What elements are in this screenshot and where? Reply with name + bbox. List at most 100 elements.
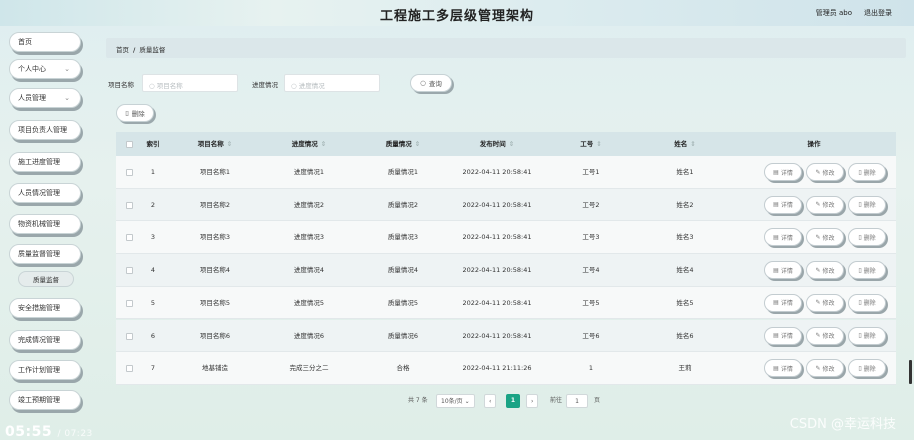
select-all-checkbox[interactable]: [126, 141, 133, 148]
detail-button[interactable]: ▤ 详情: [764, 261, 802, 280]
delete-button[interactable]: ▯ 删除: [848, 359, 886, 378]
edit-button-label: 修改: [822, 267, 835, 275]
table-cell: 质量情况4: [387, 266, 419, 275]
scrollbar-thumb[interactable]: [909, 360, 912, 384]
chevron-left-icon: ‹: [489, 398, 492, 405]
row-checkbox[interactable]: [126, 169, 133, 176]
table-cell: 项目名称6: [199, 331, 231, 340]
goto-input[interactable]: 1: [566, 394, 588, 408]
row-checkbox[interactable]: [126, 234, 133, 242]
detail-button[interactable]: ▤ 详情: [764, 163, 802, 181]
sort-icon: ⇕: [690, 140, 696, 148]
table-cell: 项目名称5: [199, 298, 231, 307]
header-label: 项目名称: [197, 140, 224, 148]
filter-bar: 项目名称 ○ 项目名称 进度情况 ○ 进度情况 ○ 查询: [108, 72, 708, 96]
sidebar-item-project-leader[interactable]: 项目负责人管理: [9, 120, 81, 140]
sidebar-item-safety[interactable]: 安全措施管理: [9, 298, 81, 318]
pagination: 共 7 条 10条/页 ⌄ ‹ 1 › 前往 1 页: [408, 394, 668, 410]
detail-button-label: 详情: [780, 267, 793, 275]
sidebar-item-materials[interactable]: 物资机械管理: [9, 214, 81, 234]
table-cell: 工号2: [582, 200, 600, 209]
sidebar-item-home[interactable]: 首页: [9, 32, 81, 52]
breadcrumb-home[interactable]: 首页: [116, 46, 129, 54]
prev-page-button[interactable]: ‹: [484, 394, 497, 408]
table-cell: 质量情况2: [387, 200, 419, 209]
sidebar-item-personnel[interactable]: 人员情况管理: [9, 183, 81, 203]
edit-button[interactable]: ✎ 修改: [806, 228, 844, 247]
edit-button[interactable]: ✎ 修改: [806, 163, 844, 181]
delete-button[interactable]: ▯ 删除: [848, 261, 886, 280]
row-checkbox[interactable]: [126, 267, 133, 275]
table-cell: 进度情况3: [293, 233, 325, 242]
table-cell: 进度情况5: [293, 298, 325, 307]
search-button[interactable]: ○ 查询: [410, 74, 452, 92]
sidebar-item-quality[interactable]: 质量监督管理: [9, 244, 81, 264]
edit-button[interactable]: ✎ 修改: [806, 359, 844, 378]
bulk-delete-button[interactable]: ▯ 删除: [116, 104, 154, 122]
header-project-name[interactable]: 项目名称 ⇕: [168, 132, 262, 156]
header-publish-time[interactable]: 发布时间 ⇕: [450, 132, 544, 156]
project-name-placeholder: 项目名称: [156, 82, 183, 90]
delete-button[interactable]: ▯ 删除: [848, 163, 886, 181]
edit-button[interactable]: ✎ 修改: [806, 326, 844, 345]
delete-button[interactable]: ▯ 删除: [848, 326, 886, 345]
row-checkbox[interactable]: [126, 201, 133, 209]
detail-button[interactable]: ▤ 详情: [764, 195, 802, 214]
detail-button[interactable]: ▤ 详情: [764, 359, 802, 378]
detail-icon: ▤: [773, 233, 779, 241]
header-label: 姓名: [674, 140, 688, 148]
clock-current: 05:55: [5, 424, 53, 440]
detail-button[interactable]: ▤ 详情: [764, 293, 802, 312]
chevron-down-icon: ⌄: [64, 94, 70, 102]
delete-button-label: 删除: [863, 234, 876, 242]
detail-button[interactable]: ▤ 详情: [764, 228, 802, 247]
progress-input[interactable]: ○ 进度情况: [284, 74, 380, 92]
header-quality[interactable]: 质量情况 ⇕: [356, 132, 450, 156]
sidebar-subitem-quality-supervision[interactable]: 质量监督: [18, 271, 74, 287]
delete-button[interactable]: ▯ 删除: [848, 195, 886, 214]
page-size-select[interactable]: 10条/页 ⌄: [436, 394, 475, 408]
detail-icon: ▤: [773, 201, 779, 209]
sidebar-item-label: 个人中心: [18, 65, 46, 73]
table-cell: 2022-04-11 21:11:26: [462, 364, 532, 373]
chevron-down-icon: ⌄: [64, 65, 70, 73]
next-page-button[interactable]: ›: [526, 394, 539, 408]
delete-icon: ▯: [858, 332, 862, 339]
delete-button[interactable]: ▯ 删除: [848, 293, 886, 312]
detail-icon: ▤: [773, 299, 779, 307]
table-cell: 项目名称2: [199, 200, 231, 209]
top-bar: 工程施工多层级管理架构 管理员 abo 退出登录: [0, 0, 914, 26]
table-cell: 2022-04-11 20:58:41: [462, 331, 532, 340]
edit-icon: ✎: [815, 233, 821, 241]
delete-icon: ▯: [858, 168, 862, 176]
page-current[interactable]: 1: [506, 394, 520, 408]
header-name[interactable]: 姓名 ⇕: [638, 132, 732, 156]
sidebar-item-progress[interactable]: 施工进度管理: [9, 152, 81, 172]
sidebar-item-profile[interactable]: 个人中心 ⌄: [9, 59, 81, 79]
header-progress[interactable]: 进度情况 ⇕: [262, 132, 356, 156]
detail-button[interactable]: ▤ 详情: [764, 326, 802, 345]
sidebar-item-label: 质量监督管理: [18, 250, 60, 258]
edit-button[interactable]: ✎ 修改: [806, 195, 844, 214]
project-name-input[interactable]: ○ 项目名称: [142, 74, 238, 92]
sidebar-item-work-plan[interactable]: 工作计划管理: [9, 360, 81, 380]
table-cell: 姓名3: [676, 233, 694, 242]
edit-button[interactable]: ✎ 修改: [806, 261, 844, 280]
search-button-label: 查询: [428, 80, 442, 88]
edit-button[interactable]: ✎ 修改: [806, 293, 844, 312]
table-row: 7 地基铺造 完成三分之二 合格 2022-04-11 21:11:26 1 王莉 ▤ 详情 ✎ 修…: [116, 352, 896, 385]
row-checkbox[interactable]: [126, 299, 133, 307]
row-checkbox[interactable]: [126, 365, 133, 373]
row-checkbox[interactable]: [126, 332, 133, 340]
sidebar-item-completion[interactable]: 完成情况管理: [9, 330, 81, 350]
table-row: 3 项目名称3 进度情况3 质量情况3 2022-04-11 20:58:41 工号3 姓名…: [116, 221, 896, 254]
sidebar-item-completion-forecast[interactable]: 竣工预期管理: [9, 390, 81, 410]
table-row: 1 项目名称1 进度情况1 质量情况1 2022-04-11 20:58:41 工号1 姓名…: [116, 156, 896, 189]
delete-button-label: 删除: [863, 267, 876, 275]
header-employee-id[interactable]: 工号 ⇕: [544, 132, 638, 156]
table-cell: 姓名6: [676, 331, 694, 340]
logout-link[interactable]: 退出登录: [864, 8, 892, 18]
clock-total: / 07:23: [57, 429, 93, 439]
sidebar-item-staff[interactable]: 人员管理 ⌄: [9, 88, 81, 108]
delete-button[interactable]: ▯ 删除: [848, 228, 886, 247]
